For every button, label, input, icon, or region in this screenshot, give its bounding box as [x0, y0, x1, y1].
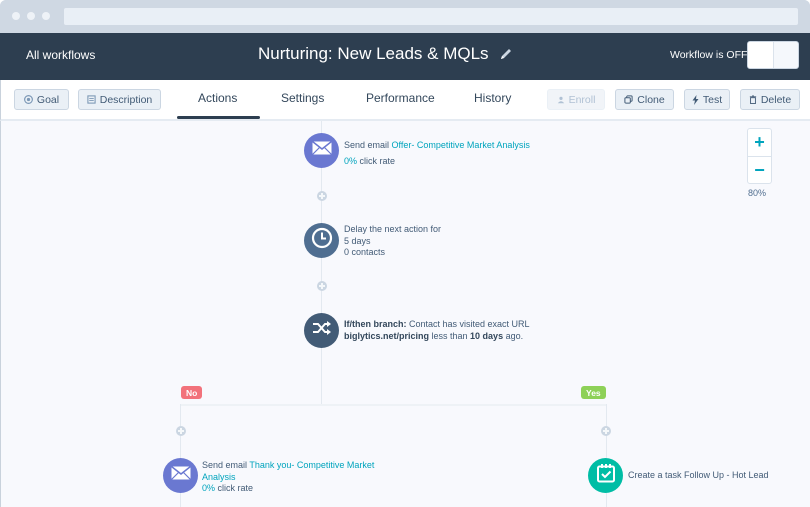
- calendar-check-icon: [596, 463, 616, 488]
- address-bar[interactable]: [64, 8, 798, 25]
- trash-icon: [749, 95, 757, 104]
- add-action-button[interactable]: [317, 281, 327, 291]
- window-maximize-dot[interactable]: [42, 12, 50, 20]
- no-branch-badge: No: [181, 386, 203, 399]
- tab-actions[interactable]: Actions: [198, 91, 237, 105]
- description-label: Description: [99, 93, 153, 106]
- click-rate-label: click rate: [215, 483, 254, 493]
- clone-label: Clone: [637, 93, 665, 106]
- document-icon: [87, 95, 96, 104]
- workflow-status-label: Workflow is OFF: [670, 49, 748, 61]
- person-icon: [557, 96, 565, 104]
- branch-duration: 10 days: [470, 330, 504, 341]
- click-rate-value: 0%: [344, 155, 358, 166]
- zoom-controls: + −: [747, 128, 772, 184]
- app-window: All workflows Nurturing: New Leads & MQL…: [0, 0, 810, 507]
- delay-duration: 5 days: [344, 235, 371, 246]
- target-icon: [23, 95, 33, 104]
- envelope-icon: [170, 465, 191, 485]
- all-workflows-link[interactable]: All workflows: [26, 48, 95, 62]
- click-rate-label: click rate: [357, 155, 396, 166]
- window-minimize-dot[interactable]: [27, 12, 35, 20]
- clone-button[interactable]: Clone: [615, 89, 674, 110]
- email-node-icon[interactable]: [163, 458, 198, 493]
- zoom-level: 80%: [748, 188, 767, 198]
- toggle-knob: [748, 42, 774, 68]
- email-node-icon[interactable]: [304, 133, 339, 168]
- branch-node-icon[interactable]: [304, 313, 339, 348]
- branch-node-text[interactable]: If/then branch: Contact has visited exac…: [344, 319, 530, 342]
- workflow-title: Nurturing: New Leads & MQLs: [258, 44, 489, 63]
- delay-contacts: 0 contacts: [344, 247, 386, 257]
- delay-node-icon[interactable]: [304, 223, 339, 258]
- branch-url: biglytics.net/pricing: [344, 330, 430, 341]
- add-action-no-button[interactable]: [176, 426, 186, 436]
- email-node-text[interactable]: Send email Offer- Competitive Market Ana…: [344, 140, 530, 167]
- pencil-icon[interactable]: [499, 47, 513, 61]
- workflow-toggle[interactable]: [747, 41, 799, 69]
- yes-branch-badge: Yes: [581, 386, 606, 399]
- delete-label: Delete: [760, 93, 792, 106]
- add-action-button[interactable]: [317, 191, 327, 201]
- workflow-header: All workflows Nurturing: New Leads & MQL…: [0, 33, 810, 80]
- enroll-label: Enroll: [568, 93, 596, 106]
- task-node-icon[interactable]: [588, 458, 623, 493]
- goal-button[interactable]: Goal: [14, 89, 69, 110]
- toolbar: Goal Description Actions Settings Perfor…: [0, 80, 810, 121]
- zoom-in-button[interactable]: +: [748, 129, 771, 156]
- email-prefix: Send email: [344, 140, 392, 150]
- tab-settings[interactable]: Settings: [281, 91, 324, 105]
- email-prefix: Send email: [202, 460, 250, 470]
- envelope-icon: [311, 140, 332, 160]
- branch-text: less than: [429, 330, 471, 341]
- zoom-out-button[interactable]: −: [748, 157, 771, 184]
- browser-chrome: [0, 0, 810, 33]
- lightning-icon: [692, 94, 699, 105]
- email-link-cont[interactable]: Analysis: [202, 472, 236, 482]
- shuffle-icon: [312, 320, 332, 341]
- email-link[interactable]: Offer- Competitive Market Analysis: [392, 140, 530, 150]
- tab-performance[interactable]: Performance: [366, 91, 435, 105]
- tab-history[interactable]: History: [474, 91, 511, 105]
- copy-icon: [624, 95, 633, 104]
- title-group: Nurturing: New Leads & MQLs: [258, 44, 513, 64]
- workflow-canvas[interactable]: Send email Offer- Competitive Market Ana…: [0, 121, 810, 507]
- branch-text-end: ago.: [503, 330, 524, 341]
- add-action-yes-button[interactable]: [601, 426, 611, 436]
- no-branch-email-text[interactable]: Send email Thank you- Competitive Market…: [202, 460, 374, 495]
- delay-line1: Delay the next action for: [344, 224, 442, 234]
- clock-icon: [311, 227, 333, 254]
- goal-label: Goal: [36, 93, 60, 106]
- enroll-button[interactable]: Enroll: [547, 89, 605, 110]
- branch-condition: Contact has visited exact URL: [406, 319, 530, 329]
- delay-node-text[interactable]: Delay the next action for 5 days 0 conta…: [344, 224, 441, 259]
- window-close-dot[interactable]: [12, 12, 20, 20]
- email-link[interactable]: Thank you- Competitive Market: [249, 460, 374, 470]
- active-tab-indicator: [177, 116, 260, 119]
- branch-connector: [180, 404, 607, 406]
- click-rate-value: 0%: [202, 483, 216, 493]
- delete-button[interactable]: Delete: [740, 89, 800, 110]
- description-button[interactable]: Description: [78, 89, 161, 110]
- test-button[interactable]: Test: [684, 89, 730, 110]
- branch-label: If/then branch:: [344, 319, 407, 329]
- task-node-text[interactable]: Create a task Follow Up - Hot Lead: [628, 470, 769, 482]
- test-label: Test: [702, 93, 723, 106]
